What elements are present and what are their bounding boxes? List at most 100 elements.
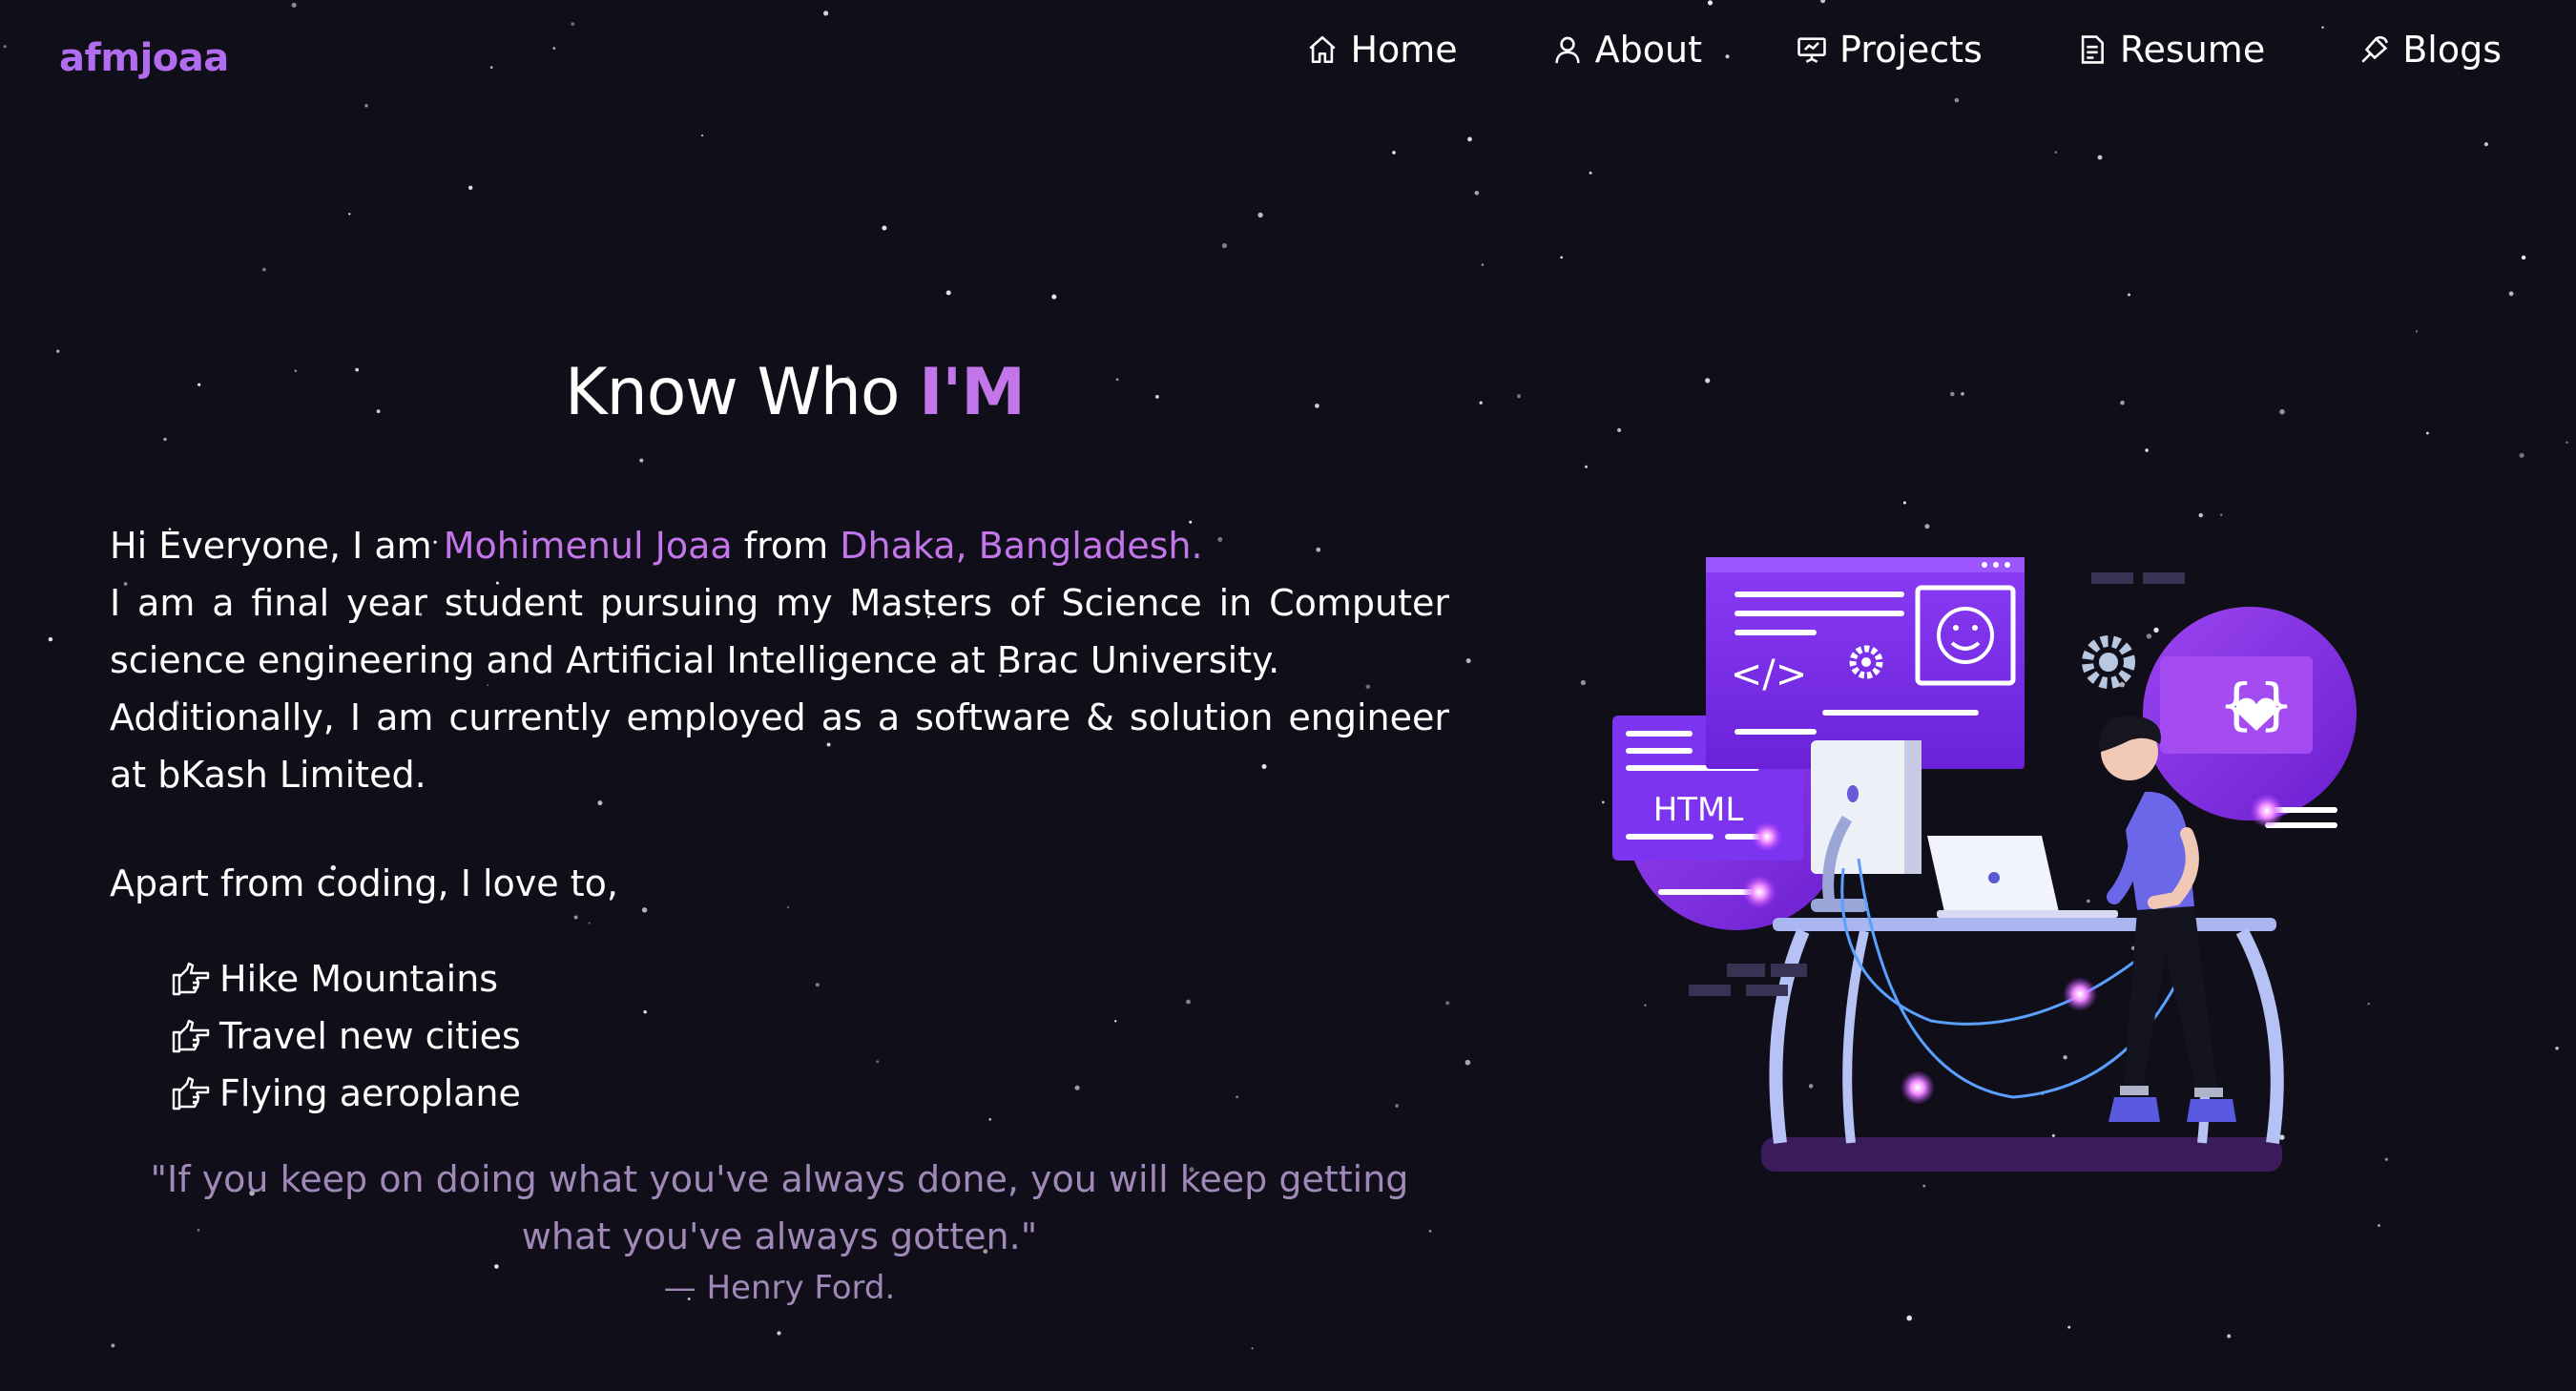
hobby-label: Flying aeroplane [219,1072,521,1114]
hobby-label: Travel new cities [219,1015,521,1057]
star-dot [777,1331,781,1336]
star-dot [1479,401,1483,405]
star-dot [2566,441,2568,444]
star-dot [1617,427,1622,432]
user-icon [1549,31,1586,68]
star-dot [945,290,951,296]
document-icon [2074,31,2110,68]
star-dot [2145,448,2149,452]
star-dot [1186,999,1191,1005]
star-dot [2120,400,2125,405]
star-dot [573,915,578,920]
star-dot [1481,263,1485,266]
star-dot [1392,151,1396,155]
hobby-label: Hike Mountains [219,958,499,1000]
star-dot [1517,394,1521,399]
html-label: HTML [1653,791,1744,829]
star-dot [882,225,887,231]
person-name: Mohimenul Joaa [443,525,733,567]
star-dot [2508,291,2514,297]
top-navbar: afmjoaa Home About Projects Resume Blogs [0,0,2576,114]
nav-label: Home [1350,29,1458,71]
star-dot [786,905,790,909]
star-dot [1950,391,1955,397]
star-dot [1580,679,1586,686]
star-dot [2521,255,2526,260]
intro-pre: Hi Everyone, I am [110,525,444,567]
star-dot [2426,431,2429,435]
star-dot [1236,1095,1238,1098]
star-dot [1474,191,1480,196]
star-dot [111,1343,115,1348]
star-dot [643,1010,647,1014]
list-item: Travel new cities [170,1007,521,1065]
star-dot [2416,330,2419,333]
star-dot [1961,392,1964,396]
nav-item-blogs[interactable]: Blogs [2357,29,2502,71]
employment-line: Additionally, I am currently employed as… [110,696,1449,796]
star-dot [2198,512,2203,518]
nav-item-home[interactable]: Home [1304,29,1458,71]
pointing-hand-icon [172,1076,210,1111]
presentation-icon [1794,31,1830,68]
star-dot [1445,1001,1450,1006]
star-dot [588,922,591,924]
page-title: Know Who I'M [565,355,1026,430]
star-dot [56,349,60,353]
star-dot [1560,256,1563,260]
star-dot [639,458,644,463]
star-dot [1251,1347,1254,1350]
star-dot [2384,1157,2388,1161]
list-item: Hike Mountains [170,950,521,1007]
star-dot [1221,242,1227,249]
nav-label: Resume [2119,29,2266,71]
pen-icon [2357,31,2393,68]
education-line: I am a final year student pursuing my Ma… [110,582,1449,681]
star-dot [1115,378,1119,382]
star-dot [1924,524,1930,529]
star-dot [163,437,167,442]
nav-item-projects[interactable]: Projects [1794,29,1983,71]
nav-links: Home About Projects Resume Blogs [1304,29,2502,71]
star-dot [815,983,820,987]
nav-label: Projects [1839,29,1983,71]
star-dot [2555,1047,2559,1050]
star-dot [2220,513,2223,516]
star-dot [2378,1224,2380,1227]
star-dot [2067,1325,2071,1329]
developer-illustration: HTML </> { } [1612,557,2357,1172]
pointing-hand-icon [172,962,210,996]
title-prefix: Know Who [565,355,920,430]
person-location: Dhaka, Bangladesh. [840,525,1203,567]
nav-item-about[interactable]: About [1549,29,1702,71]
quote-text: "If you keep on doing what you've always… [150,1158,1409,1257]
star-dot [294,369,298,373]
nav-item-resume[interactable]: Resume [2074,29,2265,71]
star-dot [2128,293,2130,297]
star-dot [1074,1085,1080,1090]
star-dot [197,383,201,386]
star-dot [641,907,648,913]
star-dot [262,267,266,272]
nav-label: Blogs [2402,29,2502,71]
quote-block: "If you keep on doing what you've always… [110,1151,1449,1311]
star-dot [1051,294,1057,300]
star-dot [1257,212,1263,218]
star-dot [1315,404,1319,408]
star-dot [1906,1315,1912,1321]
star-dot [1467,136,1472,142]
list-item: Flying aeroplane [170,1065,521,1122]
star-dot [1155,395,1159,399]
star-dot [2483,142,2488,147]
page: afmjoaa Home About Projects Resume Blogs… [0,0,2576,1391]
star-dot [2097,155,2103,160]
star-dot [1705,378,1711,384]
star-dot [2519,452,2524,458]
nav-label: About [1594,29,1703,71]
brand-logo[interactable]: afmjoaa [59,36,229,80]
star-dot [1585,465,1588,468]
star-dot [355,367,360,372]
star-dot [2279,408,2285,415]
star-dot [2227,1334,2232,1339]
svg-text:</>: </> [1731,653,1808,696]
